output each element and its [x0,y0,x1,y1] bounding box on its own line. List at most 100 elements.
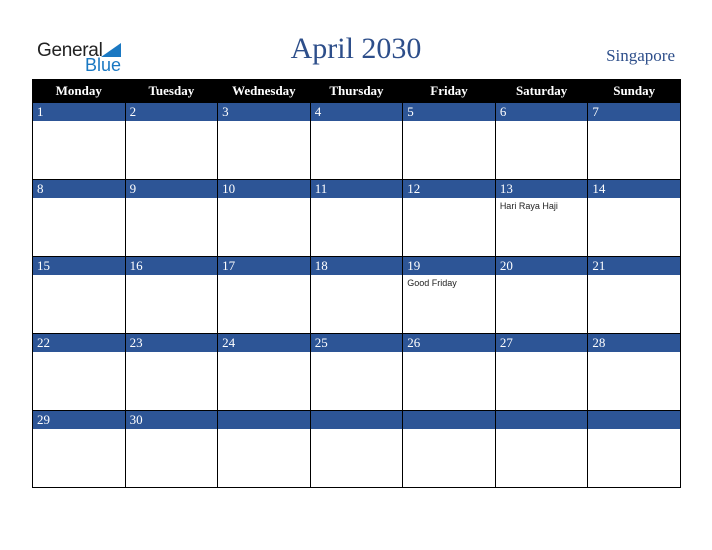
week-row: 15 16 17 18 19 Good Friday 20 21 [32,256,681,334]
day-number: 25 [310,334,403,352]
day-number: 4 [310,103,403,121]
day-cell[interactable]: 24 [217,333,311,411]
day-cell[interactable]: 20 [494,256,589,334]
holiday-label [403,198,495,201]
day-number: 15 [33,257,125,275]
day-number: 19 [403,257,495,275]
day-number: 24 [218,334,310,352]
day-cell[interactable]: 30 [124,410,219,488]
day-cell[interactable]: 29 [32,410,126,488]
day-number: 1 [33,103,125,121]
day-number [403,411,495,429]
week-row: 1234567 [32,102,681,180]
weekday-header-row: Monday Tuesday Wednesday Thursday Friday Satu… [32,79,681,103]
day-number: 14 [588,180,680,198]
day-number: 3 [218,103,310,121]
day-cell[interactable]: 16 [124,256,219,334]
country-label: Singapore [606,46,675,65]
day-cell[interactable]: 13 Hari Raya Haji [494,179,589,257]
day-cell[interactable] [402,410,496,488]
day-number: 12 [403,180,495,198]
day-number: 30 [125,411,218,429]
day-cell[interactable]: 15 [32,256,126,334]
weekday-header-friday: Friday [402,79,496,103]
day-cell[interactable]: 7 [587,102,681,180]
holiday-label [311,352,403,355]
day-number: 27 [495,334,588,352]
week-row: 29 30 [32,410,681,488]
day-number: 5 [403,103,495,121]
day-cell[interactable]: 26 [402,333,496,411]
day-number [218,411,310,429]
day-cell[interactable] [309,410,404,488]
day-number: 11 [310,180,403,198]
day-number: 13 [495,180,588,198]
weekday-header-sunday: Sunday [587,79,681,103]
holiday-label [218,352,310,355]
day-cell[interactable]: 19 Good Friday [402,256,496,334]
day-cell[interactable]: 3 [217,102,311,180]
holiday-label [126,198,218,201]
holiday-label [33,429,125,432]
day-cell[interactable]: 14 [587,179,681,257]
holiday-label [496,275,588,278]
day-cell[interactable]: 10 [217,179,311,257]
weekday-header-thursday: Thursday [309,79,404,103]
day-cell[interactable]: 25 [309,333,404,411]
day-cell[interactable]: 11 [309,179,404,257]
day-cell[interactable] [494,410,589,488]
day-cell[interactable]: 4 [309,102,404,180]
holiday-label [218,121,310,124]
holiday-label [311,121,403,124]
day-number: 8 [33,180,125,198]
holiday-label [496,429,588,432]
day-number: 9 [125,180,218,198]
week-row: 8 9 10 11 12 13 Hari Raya Haji 14 [32,179,681,257]
holiday-label [218,275,310,278]
day-number: 29 [33,411,125,429]
day-cell[interactable]: 22 [32,333,126,411]
day-number [495,411,588,429]
day-number [310,411,403,429]
week-row: 22 23 24 25 26 27 28 [32,333,681,411]
day-number: 6 [495,103,588,121]
holiday-label [126,352,218,355]
day-number: 22 [33,334,125,352]
day-cell[interactable]: 18 [309,256,404,334]
holiday-label [496,352,588,355]
day-cell[interactable]: 1 [32,102,126,180]
day-cell[interactable]: 6 [494,102,589,180]
day-cell[interactable]: 21 [587,256,681,334]
day-cell[interactable]: 12 [402,179,496,257]
day-number: 7 [588,103,680,121]
day-cell[interactable]: 5 [402,102,496,180]
weekday-header-tuesday: Tuesday [124,79,219,103]
holiday-label: Hari Raya Haji [499,201,558,211]
holiday-label [311,198,403,201]
holiday-label [126,275,218,278]
day-cell[interactable]: 8 [32,179,126,257]
day-number: 10 [218,180,310,198]
holiday-label [588,198,680,201]
holiday-label [33,352,125,355]
holiday-label [311,429,403,432]
day-cell[interactable]: 9 [124,179,219,257]
day-cell[interactable] [587,410,681,488]
day-cell[interactable]: 2 [124,102,219,180]
day-number: 28 [588,334,680,352]
day-cell[interactable]: 27 [494,333,589,411]
holiday-label [588,275,680,278]
day-cell[interactable]: 28 [587,333,681,411]
holiday-label [218,198,310,201]
day-number: 18 [310,257,403,275]
holiday-label [33,275,125,278]
day-cell[interactable] [217,410,311,488]
day-number: 23 [125,334,218,352]
day-cell[interactable]: 17 [217,256,311,334]
weekday-header-monday: Monday [32,79,126,103]
day-cell[interactable]: 23 [124,333,219,411]
holiday-label [126,429,218,432]
holiday-label [403,429,495,432]
day-number: 2 [125,103,218,121]
holiday-label [33,121,125,124]
